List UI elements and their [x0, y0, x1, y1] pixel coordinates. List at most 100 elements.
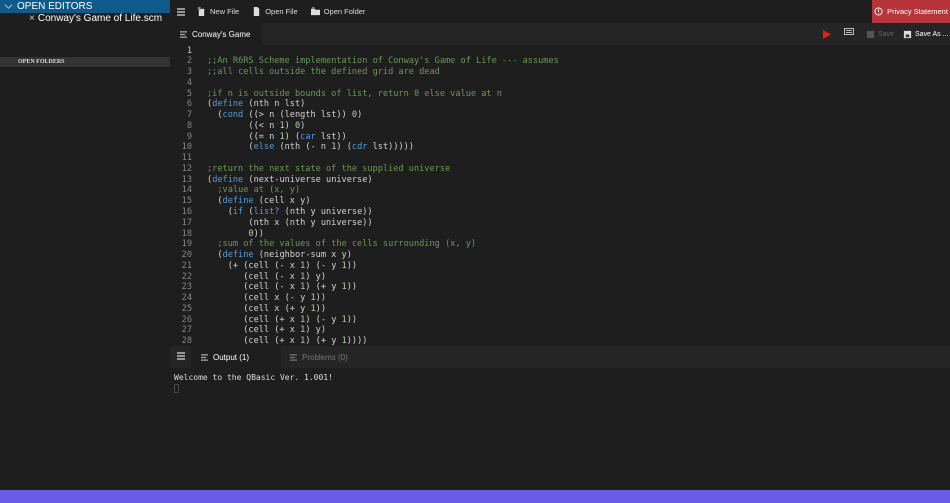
- code-text: (nth x (nth y universe)): [207, 217, 373, 229]
- new-file-icon: [197, 7, 205, 16]
- line-number: 2: [186, 56, 192, 67]
- code-token: )): [346, 260, 358, 271]
- code-token: (: [207, 110, 223, 121]
- line-number: 4: [186, 77, 192, 88]
- code-token: car: [300, 131, 316, 142]
- open-folders-header[interactable]: OPEN FOLDERS: [0, 57, 170, 67]
- code-line: 21 (+ (cell (- x 1) (- y 1)): [170, 261, 950, 272]
- code-token: (next-universe universe): [243, 174, 373, 185]
- keyboard-icon[interactable]: [844, 28, 854, 35]
- tab-label: Conway's Game: [192, 29, 251, 39]
- code-text: (cell (+ x 1) (+ y 1)))): [207, 336, 367, 346]
- code-text: (define (cell x y): [207, 196, 310, 207]
- code-token: ;;An R6RS Scheme implementation of Conwa…: [207, 56, 559, 67]
- output-tab-label: Output (1): [213, 352, 250, 362]
- code-token: ;sum of the values of the cells surround…: [207, 239, 477, 250]
- code-token: lst))))): [367, 142, 415, 153]
- code-line: 19 ;sum of the values of the cells surro…: [170, 239, 950, 250]
- menu-icon[interactable]: [177, 7, 185, 16]
- code-line: 15 (define (cell x y): [170, 196, 950, 207]
- code-token: (nth y universe)): [279, 206, 373, 217]
- line-number: 11: [181, 153, 192, 164]
- tab-output[interactable]: Output (1): [191, 346, 281, 368]
- list-icon: [201, 353, 208, 361]
- code-line: 1: [170, 46, 950, 57]
- code-text: (+ (cell (- x 1) (- y 1)): [207, 261, 357, 272]
- code-text: (define (next-universe universe): [207, 175, 373, 186]
- open-editor-item[interactable]: × Conway's Game of Life.scm: [0, 13, 170, 25]
- line-number: 15: [181, 196, 192, 207]
- open-file-button[interactable]: Open File: [252, 7, 298, 16]
- code-line: 6 (define (nth n lst): [170, 99, 950, 110]
- code-text: ;;An R6RS Scheme implementation of Conwa…: [207, 56, 559, 67]
- console-cursor: [174, 384, 179, 393]
- tab-conways-game[interactable]: Conway's Game: [170, 23, 262, 45]
- code-line: 26 (cell (+ x 1) (- y 1)): [170, 315, 950, 326]
- code-line: 2 ;;An R6RS Scheme implementation of Conw…: [170, 56, 950, 67]
- open-editors-header[interactable]: OPEN EDITORS: [0, 0, 170, 13]
- line-number: 18: [181, 228, 192, 239]
- code-token: ;;all cells outside the defined grid are…: [207, 67, 440, 78]
- line-number: 10: [181, 142, 192, 153]
- code-token: ) (: [284, 131, 301, 142]
- save-button[interactable]: Save: [866, 23, 894, 45]
- line-number: 12: [181, 163, 192, 174]
- code-token: )): [315, 303, 327, 314]
- code-text: (cell x (+ y 1)): [207, 304, 326, 315]
- code-token: ((< n: [207, 120, 280, 131]
- code-token: (neighbor-sum x y): [253, 250, 352, 261]
- line-number: 14: [181, 185, 192, 196]
- code-line: 5 ;if n is outside bounds of list, return…: [170, 89, 950, 100]
- save-as-button[interactable]: Save As ...: [903, 23, 948, 45]
- code-text: ((< n 1) 0): [207, 121, 305, 132]
- code-text: ;value at (x, y): [207, 185, 300, 196]
- code-text: (cond ((> n (length lst)) 0): [207, 110, 362, 121]
- line-number: 22: [181, 271, 192, 282]
- code-text: (define (nth n lst): [207, 99, 305, 110]
- code-token: (nth x (nth y universe)): [207, 217, 373, 228]
- code-text: ((= n 1) (car lst)): [207, 131, 346, 143]
- chevron-down-icon: [4, 4, 13, 9]
- close-icon[interactable]: ×: [29, 13, 35, 24]
- code-token: (cell (- x: [207, 282, 301, 293]
- code-token: (cell (+ x: [207, 314, 301, 325]
- code-token: (: [207, 196, 223, 207]
- privacy-statement-button[interactable]: Privacy Statement: [872, 0, 950, 23]
- code-token: list?: [253, 206, 280, 217]
- code-token: define: [222, 250, 254, 261]
- new-file-button[interactable]: New File: [197, 7, 239, 16]
- code-token: ): [300, 120, 306, 131]
- panel-menu-icon[interactable]: [177, 352, 185, 360]
- toolbar: New File Open File Open Folder: [170, 0, 950, 23]
- output-console[interactable]: Welcome to the QBasic Ver. 1.001!: [170, 368, 950, 398]
- code-text: (if (list? (nth y universe)): [207, 207, 373, 218]
- code-line: 9 ((= n 1) (car lst)): [170, 132, 950, 143]
- file-icon: [180, 30, 187, 38]
- code-editor[interactable]: 1 2 ;;An R6RS Scheme implementation of Con…: [170, 45, 950, 346]
- code-token: )): [315, 293, 327, 304]
- open-folder-button[interactable]: Open Folder: [310, 7, 365, 16]
- code-line: 3 ;;all cells outside the defined grid ar…: [170, 67, 950, 78]
- code-line: 25 (cell x (+ y 1)): [170, 304, 950, 315]
- save-as-icon: [903, 30, 912, 38]
- tab-problems[interactable]: Problems (0): [280, 346, 348, 368]
- save-as-label: Save As ...: [915, 30, 949, 38]
- code-token: ) (- y: [305, 314, 342, 325]
- run-icon[interactable]: [823, 30, 831, 39]
- open-file-label: Open File: [265, 7, 298, 16]
- code-text: (define (neighbor-sum x y): [207, 250, 352, 261]
- tab-bar: Conway's Game Save Save As ...: [170, 23, 950, 45]
- line-number: 27: [181, 325, 192, 336]
- line-number: 5: [186, 88, 192, 99]
- line-number: 23: [181, 282, 192, 293]
- code-token: )): [346, 282, 358, 293]
- info-icon: [874, 7, 883, 16]
- code-token: (: [207, 250, 223, 261]
- code-token: (cell x (- y: [207, 293, 311, 304]
- problems-tab-label: Problems (0): [302, 352, 348, 362]
- code-token: ) (: [336, 142, 352, 153]
- sidebar: OPEN EDITORS × Conway's Game of Life.scm …: [0, 0, 170, 490]
- code-line: 8 ((< n 1) 0): [170, 121, 950, 132]
- code-token: (: [243, 206, 254, 217]
- code-token: define: [212, 174, 244, 185]
